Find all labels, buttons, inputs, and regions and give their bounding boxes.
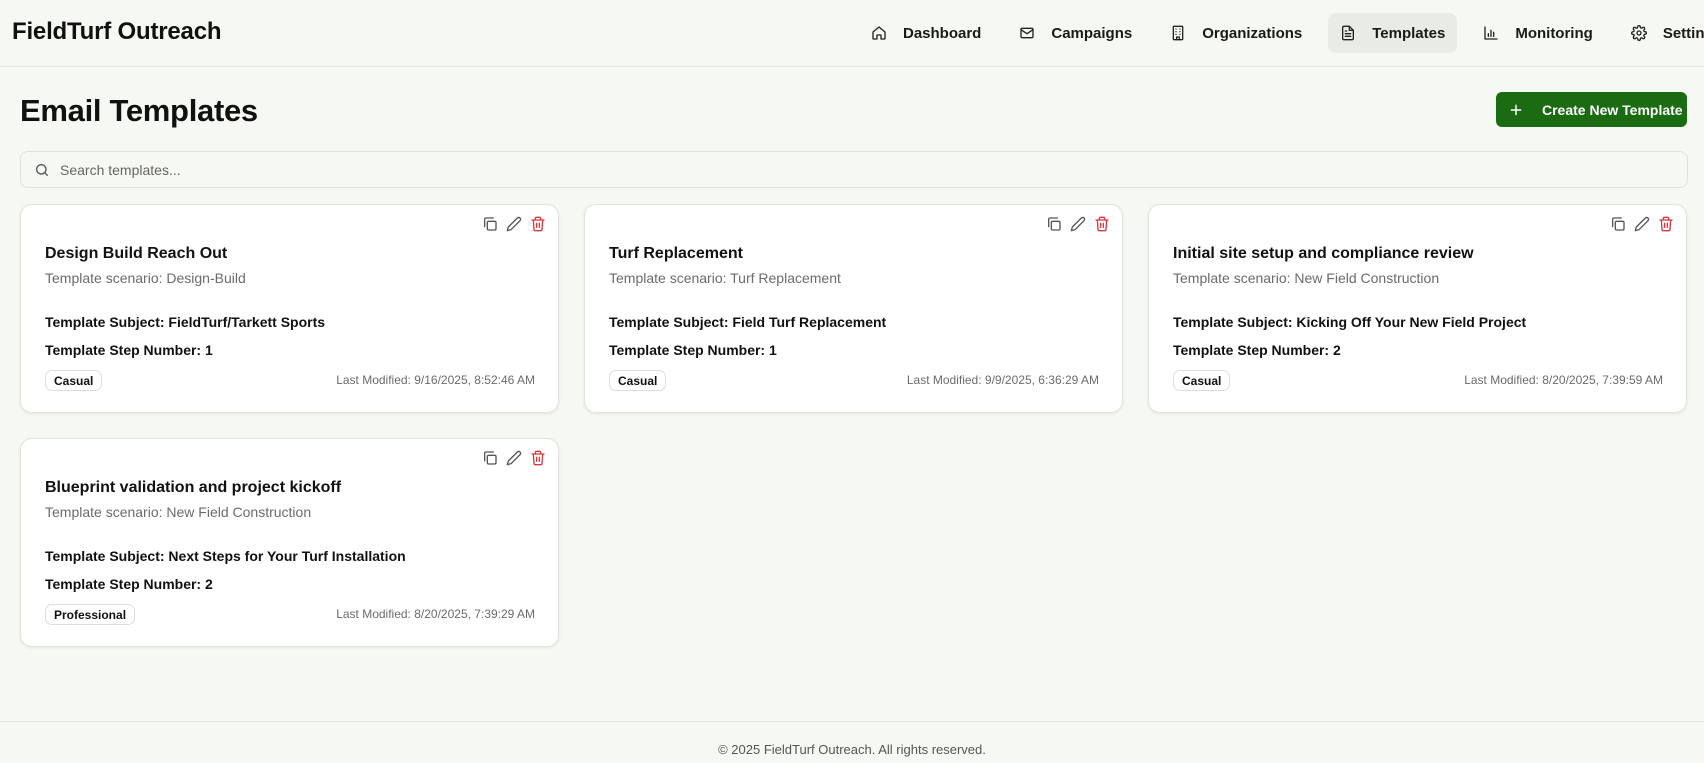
- template-card[interactable]: Initial site setup and compliance review…: [1148, 204, 1687, 413]
- template-subject: Template Subject: Field Turf Replacement: [609, 314, 887, 330]
- copy-icon[interactable]: [1046, 216, 1062, 232]
- file-text-icon: [1340, 25, 1356, 41]
- edit-icon[interactable]: [506, 450, 522, 466]
- copy-icon[interactable]: [482, 216, 498, 232]
- template-scenario: Template scenario: New Field Constructio…: [1173, 270, 1440, 286]
- page-title: Email Templates: [20, 93, 258, 128]
- template-title: Design Build Reach Out: [45, 245, 228, 262]
- nav-item-monitoring[interactable]: Monitoring: [1471, 13, 1604, 53]
- card-actions: [474, 450, 546, 466]
- card-actions: [474, 216, 546, 232]
- template-title: Turf Replacement: [609, 245, 743, 262]
- tone-badge: Casual: [1173, 370, 1231, 391]
- main-nav: Dashboard Campaigns Organizations Templa…: [859, 13, 1704, 53]
- last-modified: Last Modified: 9/16/2025, 8:52:46 AM: [336, 373, 535, 387]
- nav-item-label: Templates: [1372, 24, 1446, 42]
- template-card[interactable]: Turf Replacement Template scenario: Turf…: [584, 204, 1123, 413]
- delete-icon[interactable]: [1094, 216, 1110, 232]
- mail-icon: [1019, 25, 1035, 41]
- card-actions: [1602, 216, 1674, 232]
- delete-icon[interactable]: [530, 216, 546, 232]
- template-title: Initial site setup and compliance review: [1173, 245, 1474, 262]
- last-modified: Last Modified: 9/9/2025, 6:36:29 AM: [906, 373, 1099, 387]
- delete-icon[interactable]: [1658, 216, 1674, 232]
- edit-icon[interactable]: [506, 216, 522, 232]
- edit-icon[interactable]: [1634, 216, 1650, 232]
- template-step: Template Step Number: 2: [1173, 342, 1341, 358]
- template-card[interactable]: Blueprint validation and project kickoff…: [20, 438, 559, 647]
- app-title[interactable]: FieldTurf Outreach: [12, 18, 222, 46]
- plus-icon: [1508, 102, 1524, 118]
- search-bar: [20, 151, 1688, 188]
- copy-icon[interactable]: [1610, 216, 1626, 232]
- nav-item-templates[interactable]: Templates: [1328, 13, 1458, 53]
- template-scenario: Template scenario: Design-Build: [45, 270, 246, 286]
- tone-badge: Casual: [45, 370, 103, 391]
- nav-item-label: Settings: [1662, 24, 1704, 42]
- nav-item-label: Dashboard: [903, 24, 982, 42]
- nav-item-campaigns[interactable]: Campaigns: [1007, 13, 1144, 53]
- nav-item-settings[interactable]: Settings: [1619, 13, 1704, 53]
- create-template-button[interactable]: Create New Template: [1496, 92, 1687, 127]
- template-subject: Template Subject: Kicking Off Your New F…: [1173, 314, 1527, 330]
- nav-item-label: Organizations: [1202, 24, 1303, 42]
- building-icon: [1170, 25, 1186, 41]
- nav-item-organizations[interactable]: Organizations: [1158, 13, 1314, 53]
- tone-badge: Casual: [609, 370, 667, 391]
- page-footer: © 2025 FieldTurf Outreach. All rights re…: [0, 721, 1704, 763]
- copy-icon[interactable]: [482, 450, 498, 466]
- search-icon: [34, 162, 50, 178]
- template-card[interactable]: Design Build Reach Out Template scenario…: [20, 204, 559, 413]
- create-template-label: Create New Template: [1542, 101, 1683, 118]
- nav-item-label: Campaigns: [1051, 24, 1133, 42]
- template-step: Template Step Number: 1: [45, 342, 213, 358]
- bar-chart-icon: [1483, 25, 1499, 41]
- last-modified: Last Modified: 8/20/2025, 7:39:59 AM: [1464, 373, 1663, 387]
- template-step: Template Step Number: 2: [45, 576, 213, 592]
- template-scenario: Template scenario: New Field Constructio…: [45, 504, 312, 520]
- nav-item-label: Monitoring: [1515, 24, 1593, 42]
- footer-text: © 2025 FieldTurf Outreach. All rights re…: [718, 742, 986, 757]
- template-subject: Template Subject: Next Steps for Your Tu…: [45, 548, 406, 564]
- search-input[interactable]: [60, 161, 1560, 178]
- template-title: Blueprint validation and project kickoff: [45, 479, 342, 496]
- last-modified: Last Modified: 8/20/2025, 7:39:29 AM: [336, 607, 535, 621]
- delete-icon[interactable]: [530, 450, 546, 466]
- tone-badge: Professional: [45, 604, 136, 625]
- card-actions: [1038, 216, 1110, 232]
- top-header: FieldTurf Outreach Dashboard Campaigns O…: [0, 0, 1704, 67]
- gear-icon: [1630, 25, 1647, 41]
- home-icon: [871, 25, 887, 41]
- template-step: Template Step Number: 1: [609, 342, 777, 358]
- edit-icon[interactable]: [1070, 216, 1086, 232]
- nav-item-dashboard[interactable]: Dashboard: [859, 13, 993, 53]
- template-scenario: Template scenario: Turf Replacement: [609, 270, 841, 286]
- template-subject: Template Subject: FieldTurf/Tarkett Spor…: [45, 314, 326, 330]
